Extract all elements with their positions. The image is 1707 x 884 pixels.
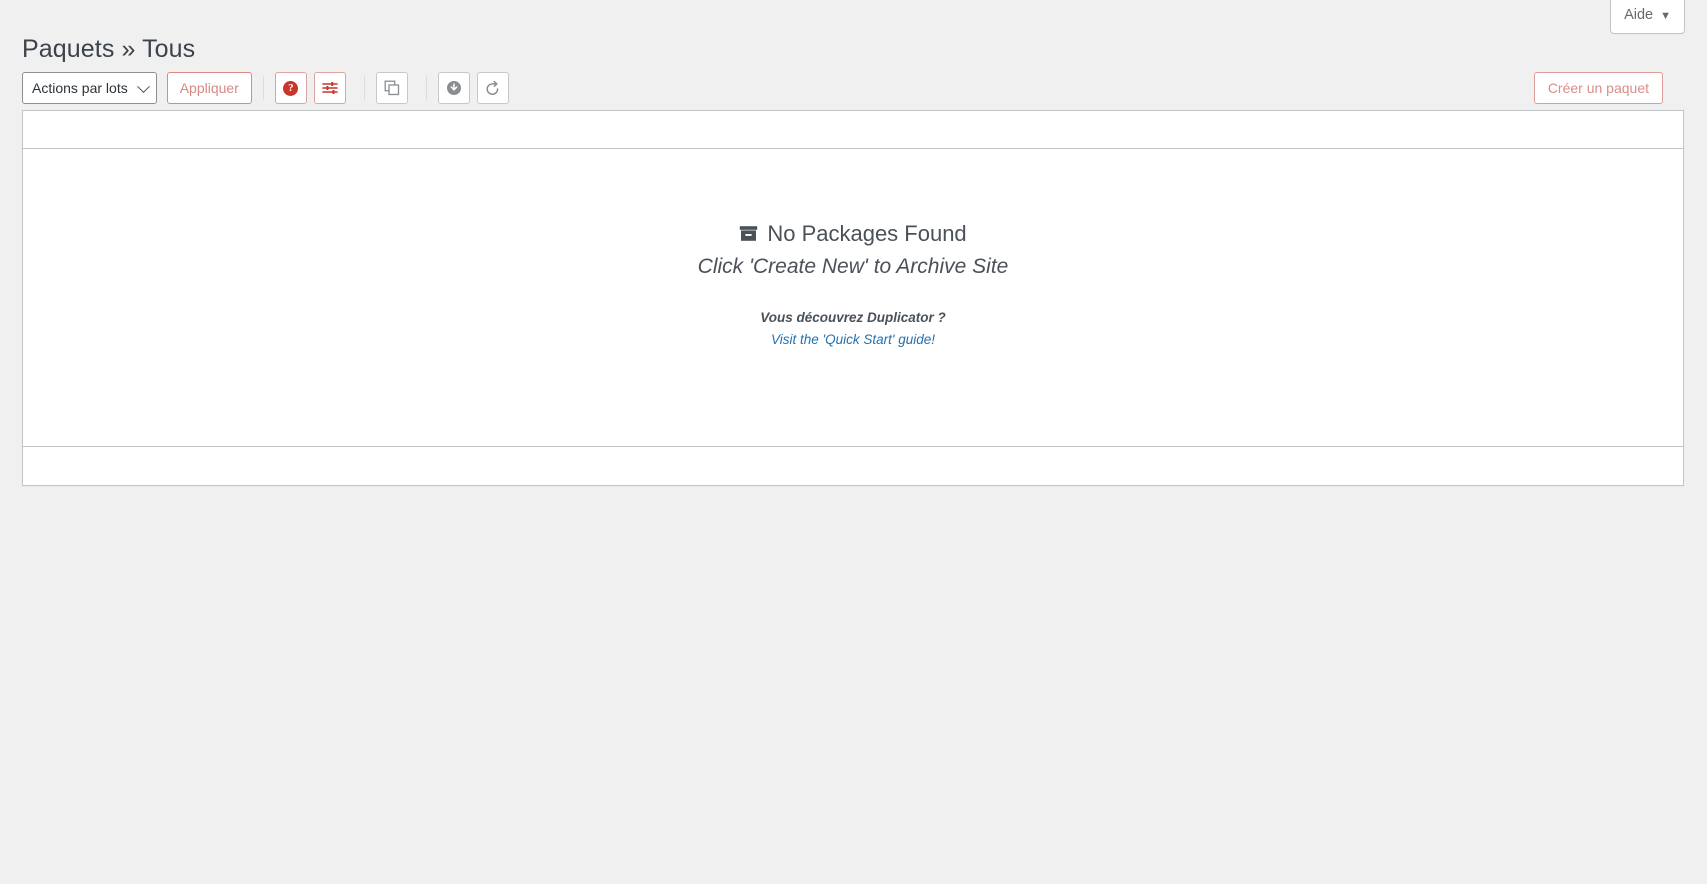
help-icon: ? — [283, 80, 299, 96]
help-toggle-label: Aide — [1624, 7, 1654, 23]
apply-button[interactable]: Appliquer — [166, 72, 252, 104]
duplicator-packages-screen: Aide ▼ Paquets » Tous Actions par lots A… — [0, 0, 1707, 884]
table-header-row — [23, 111, 1683, 149]
empty-state-title-row: No Packages Found — [23, 219, 1683, 249]
toolbar-divider — [262, 76, 264, 100]
quick-start-guide-link[interactable]: Visit the 'Quick Start' guide! — [23, 331, 1683, 349]
chevron-down-icon: ▼ — [1660, 9, 1671, 22]
copy-icon — [384, 80, 400, 96]
download-button[interactable] — [437, 72, 470, 104]
empty-state-subtitle: Click 'Create New' to Archive Site — [697, 254, 1009, 278]
download-icon — [446, 81, 461, 95]
settings-sliders-button[interactable] — [313, 72, 346, 104]
archive-box-icon — [740, 226, 758, 242]
help-button[interactable]: ? — [274, 72, 307, 104]
help-toggle-button[interactable]: Aide ▼ — [1610, 0, 1685, 34]
packages-toolbar: Actions par lots Appliquer ? Créer un pa… — [22, 72, 1685, 104]
bulk-actions-select[interactable]: Actions par lots — [22, 72, 157, 104]
table-footer-row — [23, 447, 1683, 485]
restore-icon — [486, 80, 499, 95]
toolbar-divider — [363, 76, 365, 100]
page-title: Paquets » Tous — [22, 34, 196, 63]
packages-table: No Packages Found Click 'Create New' to … — [22, 110, 1684, 486]
help-tab-container: Aide ▼ — [1610, 0, 1685, 34]
toolbar-divider — [425, 76, 427, 100]
copy-button[interactable] — [375, 72, 408, 104]
bulk-actions-selected-label: Actions par lots — [32, 80, 128, 96]
sliders-icon — [322, 82, 338, 94]
empty-state-promo-text: Vous découvrez Duplicator ? — [760, 310, 946, 326]
empty-state-title: No Packages Found — [767, 221, 967, 246]
chevron-down-icon — [136, 80, 150, 94]
empty-state: No Packages Found Click 'Create New' to … — [23, 219, 1683, 350]
table-body: No Packages Found Click 'Create New' to … — [23, 149, 1683, 447]
create-package-button[interactable]: Créer un paquet — [1533, 72, 1663, 104]
restore-button[interactable] — [476, 72, 509, 104]
